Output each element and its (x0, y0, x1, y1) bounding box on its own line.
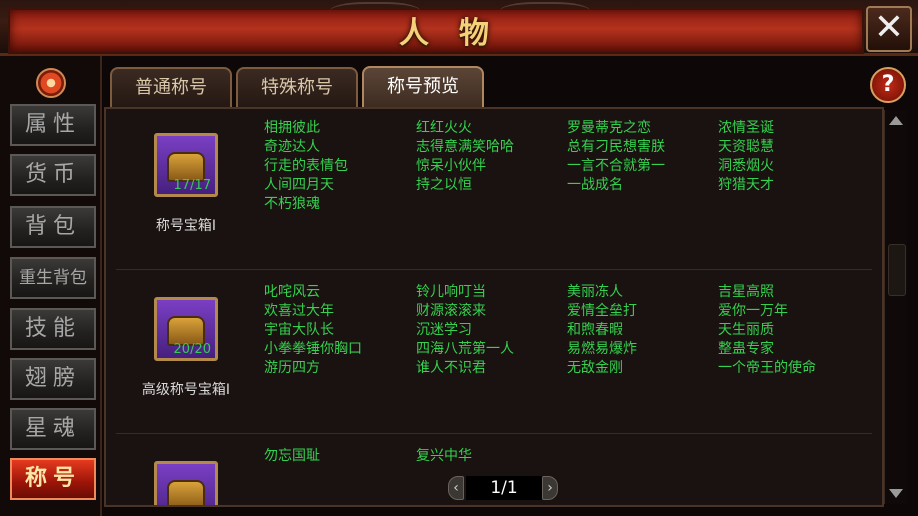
title-name: 铃儿响叮当 (416, 284, 486, 300)
title-name: 无敌金刚 (567, 360, 623, 376)
title-name: 天生丽质 (718, 322, 774, 338)
title-name: 谁人不识君 (416, 360, 486, 376)
title-name: 小拳拳锤你胸口 (264, 341, 362, 357)
title-name: 欢喜过大年 (264, 303, 334, 319)
chest-icon (167, 480, 205, 505)
title-name: 罗曼蒂克之恋 (567, 120, 651, 136)
title-name: 相拥彼此 (264, 120, 320, 136)
title-column: 吉星高照爱你一万年天生丽质整蛊专家一个帝王的使命 (718, 283, 816, 378)
tab-0[interactable]: 普通称号 (110, 67, 232, 107)
title-name: 浓情圣诞 (718, 120, 774, 136)
title-name: 整蛊专家 (718, 341, 774, 357)
title-preview-list: 17/17 称号宝箱I 相拥彼此 奇迹达人 行走的表情包 人间四月天 不朽狼魂 红红火火 志得意… (104, 107, 884, 507)
sidebar-item-5[interactable]: 翅膀 (10, 358, 96, 400)
help-button[interactable]: ? (870, 67, 906, 103)
pager-next-button[interactable]: › (542, 476, 558, 500)
title-name: 天资聪慧 (718, 139, 774, 155)
chest-count: 17/17 (173, 178, 211, 193)
page-indicator: 1/1 (466, 476, 542, 500)
title-name: 四海八荒第一人 (416, 341, 514, 357)
sidebar-item-2[interactable]: 背包 (10, 206, 96, 248)
close-button[interactable]: ✕ (866, 6, 912, 52)
row-divider (116, 433, 872, 434)
title-name: 勿忘国耻 (264, 448, 320, 464)
sidebar-item-4[interactable]: 技能 (10, 308, 96, 350)
title-chest-icon[interactable] (154, 461, 218, 505)
scroll-up-icon[interactable] (889, 116, 903, 125)
close-icon: ✕ (873, 7, 905, 48)
title-name: 易燃易爆炸 (567, 341, 637, 357)
title-name: 美丽冻人 (567, 284, 623, 300)
tab-1[interactable]: 特殊称号 (236, 67, 358, 107)
title-name: 游历四方 (264, 360, 320, 376)
settings-icon[interactable] (36, 68, 66, 98)
title-name: 复兴中华 (416, 448, 472, 464)
title-column: 浓情圣诞天资聪慧洞悉烟火狩猎天才 (718, 119, 774, 195)
sidebar-item-6[interactable]: 星魂 (10, 408, 96, 450)
scroll-down-icon[interactable] (889, 489, 903, 498)
title-name: 一战成名 (567, 177, 623, 193)
sidebar-item-3[interactable]: 重生背包 (10, 257, 96, 299)
page-title: 人物 (399, 16, 519, 51)
title-name: 一个帝王的使命 (718, 360, 816, 376)
title-column: 勿忘国耻 (264, 447, 320, 466)
title-name: 财源滚滚来 (416, 303, 486, 319)
title-chest-icon[interactable]: 17/17 (154, 133, 218, 197)
title-column: 红红火火志得意满笑哈哈 惊呆小伙伴持之以恒 (416, 119, 514, 195)
scrollbar[interactable] (884, 110, 907, 504)
title-name: 不朽狼魂 (264, 196, 320, 212)
title-name: 奇迹达人 (264, 139, 320, 155)
sidebar-item-7[interactable]: 称号 (10, 458, 96, 500)
title-name: 爱你一万年 (718, 303, 788, 319)
title-column: 铃儿响叮当财源滚滚来沉迷学习四海八荒第一人 谁人不识君 (416, 283, 514, 378)
title-name: 叱咤风云 (264, 284, 320, 300)
title-name: 志得意满笑哈哈 (416, 139, 514, 155)
scroll-thumb[interactable] (888, 244, 906, 296)
pager: ‹ 1/1 › (446, 474, 558, 502)
title-name: 红红火火 (416, 120, 472, 136)
title-column: 相拥彼此奇迹达人行走的表情包 人间四月天不朽狼魂 (264, 119, 348, 214)
title-name: 洞悉烟火 (718, 158, 774, 174)
title-column: 复兴中华 (416, 447, 472, 466)
row-divider (116, 269, 872, 270)
chest-count: 20/20 (173, 342, 211, 357)
title-name: 宇宙大队长 (264, 322, 334, 338)
pager-prev-button[interactable]: ‹ (448, 476, 464, 500)
title-name: 行走的表情包 (264, 158, 348, 174)
title-column: 美丽冻人爱情全垒打和煦春暇易燃易爆炸无敌金刚 (567, 283, 637, 378)
chest-name: 称号宝箱I (155, 218, 217, 234)
title-name: 人间四月天 (264, 177, 334, 193)
sidebar-item-1[interactable]: 货币 (10, 154, 96, 196)
title-name: 一言不合就第一 (567, 158, 665, 174)
title-name: 狩猎天才 (718, 177, 774, 193)
tab-2[interactable]: 称号预览 (362, 66, 484, 108)
title-name: 吉星高照 (718, 284, 774, 300)
title-name: 惊呆小伙伴 (416, 158, 486, 174)
sidebar-item-0[interactable]: 属性 (10, 104, 96, 146)
chest-name: 高级称号宝箱I (141, 382, 231, 398)
help-icon: ? (881, 72, 895, 97)
title-name: 总有刁民想害朕 (567, 139, 665, 155)
title-name: 持之以恒 (416, 177, 472, 193)
title-name: 沉迷学习 (416, 322, 472, 338)
title-name: 和煦春暇 (567, 322, 623, 338)
title-column: 叱咤风云欢喜过大年宇宙大队长小拳拳锤你胸口 游历四方 (264, 283, 362, 378)
title-name: 爱情全垒打 (567, 303, 637, 319)
title-bar: 人物 ✕ (0, 0, 918, 56)
title-chest-icon[interactable]: 20/20 (154, 297, 218, 361)
title-column: 罗曼蒂克之恋 总有刁民想害朕 一言不合就第一 一战成名 (567, 119, 665, 195)
